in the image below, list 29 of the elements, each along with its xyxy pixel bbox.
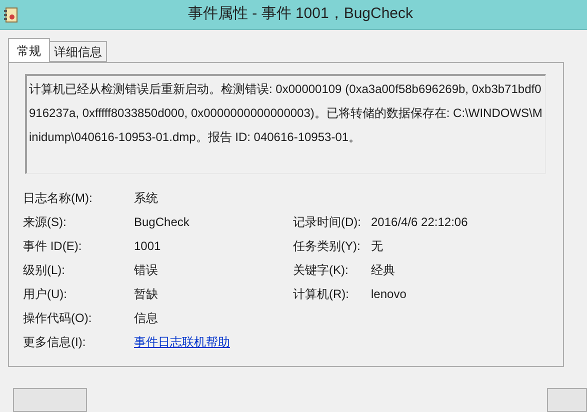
field-value: lenovo	[371, 286, 406, 303]
tab[interactable]: 详细信息	[50, 41, 107, 62]
field-value: 1001	[134, 238, 162, 255]
button[interactable]	[13, 388, 87, 412]
help-link[interactable]: 事件日志联机帮助	[134, 333, 293, 351]
field-label: 关键字(K):	[293, 262, 350, 279]
window-title: 事件属性 - 事件 1001，BugCheck	[186, 4, 414, 24]
field-label: 任务类别(Y):	[293, 238, 362, 255]
field-value: 经典	[371, 262, 395, 279]
field-label: 更多信息(I):	[23, 334, 87, 351]
field-label: 操作代码(O):	[23, 310, 93, 327]
field-value: 无	[371, 238, 383, 255]
field-value: 系统	[134, 190, 159, 207]
field-label: 计算机(R):	[293, 286, 350, 303]
button[interactable]	[547, 388, 587, 412]
field-value: 错误	[134, 262, 159, 279]
field-label: 用户(U):	[23, 286, 68, 303]
field-label: 记录时间(D):	[293, 214, 362, 231]
field-value: 暂缺	[134, 286, 159, 303]
field-label: 级别(L):	[23, 262, 66, 279]
field-label: 日志名称(M):	[23, 190, 94, 207]
field-label: 来源(S):	[23, 214, 68, 231]
notebook-icon	[4, 6, 18, 22]
field-value: BugCheck	[134, 214, 190, 231]
tab[interactable]: 常规	[8, 38, 50, 62]
field-value: 信息	[134, 310, 159, 327]
field-label: 事件 ID(E):	[23, 238, 83, 255]
message-text: 计算机已经从检测错误后重新启动。检测错误: 0x00000109 (0xa3a00f58b696269b, 0xb3b71bdf0916237a, 0xfffff8033850d000, 0x0000000000000003)。已将转储的数据保存在: C:\WINDOWS\Minidump\040616-10953-01.dmp。报告 ID: 040616-10953-01。	[25, 74, 546, 174]
field-value: 2016/4/6 22:12:06	[371, 214, 468, 231]
